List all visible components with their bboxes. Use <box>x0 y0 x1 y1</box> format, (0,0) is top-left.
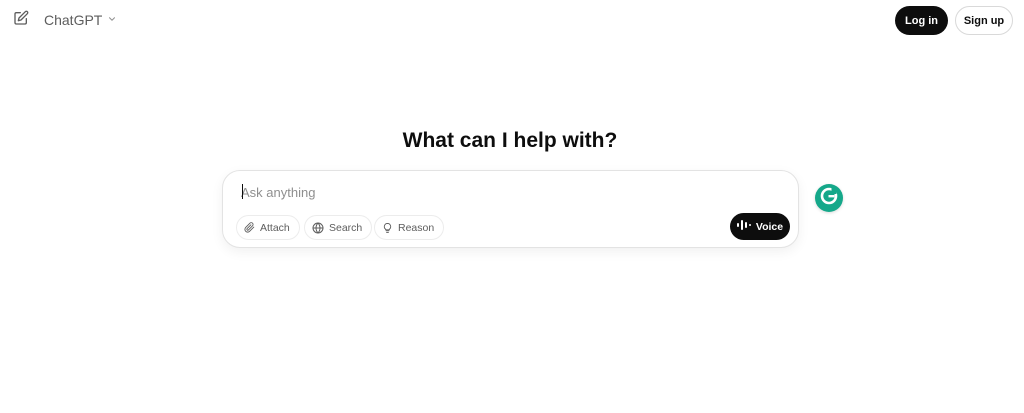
search-button[interactable]: Search <box>304 215 373 240</box>
pencil-square-icon <box>13 10 29 31</box>
reason-label: Reason <box>398 221 435 234</box>
waveform-icon <box>736 219 751 234</box>
globe-icon <box>312 222 324 234</box>
grammarly-button[interactable] <box>815 184 843 212</box>
chevron-down-icon <box>107 11 117 29</box>
voice-button[interactable]: Voice <box>730 213 790 240</box>
voice-label: Voice <box>755 220 784 233</box>
reason-button[interactable]: Reason <box>374 215 445 240</box>
attach-label: Attach <box>260 221 290 234</box>
attach-button[interactable]: Attach <box>236 215 300 240</box>
prompt-input[interactable] <box>241 181 741 203</box>
grammarly-icon <box>819 186 839 211</box>
model-name: ChatGPT <box>44 12 103 28</box>
text-caret <box>242 184 243 199</box>
model-selector[interactable]: ChatGPT <box>38 8 123 32</box>
prompt-composer: Attach Search Reason <box>222 170 799 248</box>
paperclip-icon <box>244 222 255 233</box>
signup-button[interactable]: Sign up <box>955 6 1013 35</box>
login-button[interactable]: Log in <box>895 6 948 35</box>
search-label: Search <box>329 221 363 234</box>
page-title: What can I help with? <box>402 129 618 152</box>
new-chat-button[interactable] <box>9 8 33 32</box>
top-bar: ChatGPT Log in Sign up <box>0 0 1024 42</box>
lightbulb-icon <box>382 222 393 234</box>
